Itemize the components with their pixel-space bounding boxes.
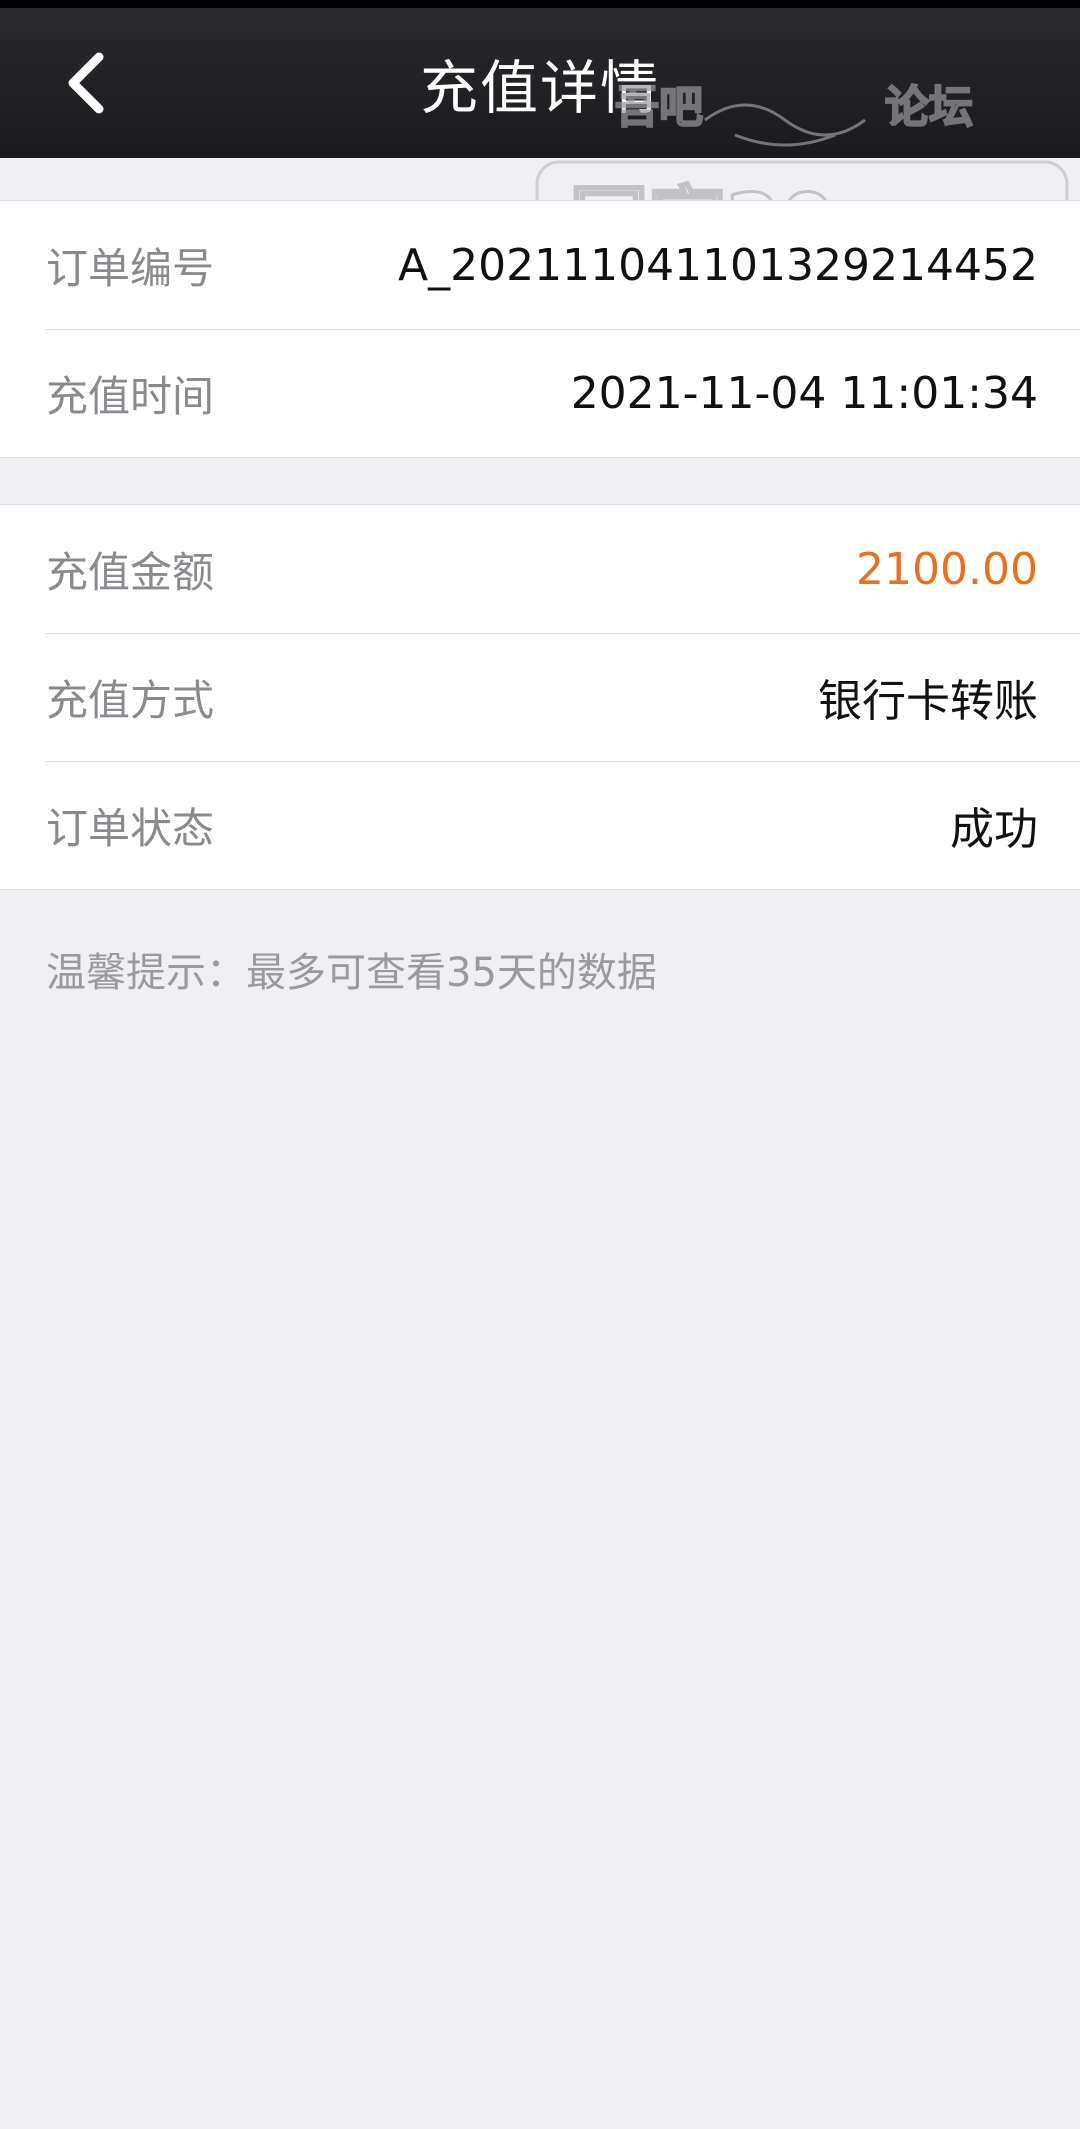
- amount-value: 2100.00: [856, 543, 1038, 595]
- order-info-group: 订单编号 A_20211104110132921445​2 充值时间 2021-…: [0, 200, 1080, 458]
- tip-text: 温馨提示：最多可查看35天的数据: [46, 950, 657, 996]
- nav-header: 充值详情: [0, 8, 1080, 158]
- status-value: 成功: [950, 804, 1038, 855]
- amount-label: 充值金额: [46, 547, 215, 597]
- order-no-row: 订单编号 A_20211104110132921445​2: [0, 201, 1080, 329]
- method-value: 银行卡转账: [818, 676, 1038, 727]
- status-bar: [0, 0, 1080, 8]
- method-row: 充值方式 银行卡转账: [0, 633, 1080, 761]
- amount-row: 充值金额 2100.00: [0, 505, 1080, 633]
- payment-info-group: 充值金额 2100.00 充值方式 银行卡转账 订单状态 成功: [0, 504, 1080, 890]
- recharge-time-label: 充值时间: [46, 371, 215, 421]
- order-no-label: 订单编号: [46, 243, 215, 293]
- status-label: 订单状态: [46, 803, 215, 853]
- chevron-left-icon: [68, 52, 104, 114]
- recharge-time-row: 充值时间 2021-11-04 11:01:34: [0, 329, 1080, 457]
- page-title: 充值详情: [419, 54, 660, 122]
- method-label: 充值方式: [46, 675, 215, 725]
- recharge-time-value: 2021-11-04 11:01:34: [570, 367, 1038, 419]
- order-no-value: A_20211104110132921445​2: [398, 239, 1038, 291]
- back-button[interactable]: [50, 48, 120, 118]
- status-row: 订单状态 成功: [0, 761, 1080, 889]
